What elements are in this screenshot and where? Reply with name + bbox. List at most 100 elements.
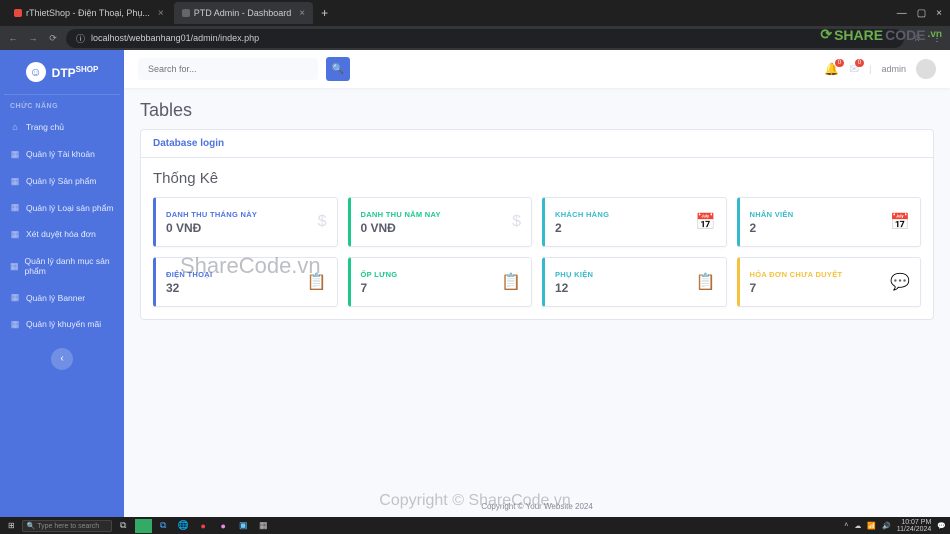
card-header: Database login [141, 130, 933, 158]
sidebar-item-icon: ▦ [10, 149, 20, 160]
sidebar-item-0[interactable]: ⌂ Trang chủ [0, 114, 124, 141]
sidebar-item-label: Quản lý Tài khoản [26, 149, 95, 159]
search-button[interactable]: 🔍 [326, 57, 350, 81]
sidebar-item-icon: ⌂ [10, 122, 20, 133]
sidebar-item-icon: ▦ [10, 176, 20, 187]
sidebar-item-3[interactable]: ▦ Quản lý Loại sản phẩm [0, 194, 124, 221]
stat-card: NHÂN VIÊN2📅 [737, 197, 922, 247]
messages-badge: 0 [855, 59, 864, 67]
stat-icon: 📅 [890, 212, 910, 232]
main-card: Database login Thống Kê DANH THU THÁNG N… [140, 129, 934, 320]
sidebar-item-4[interactable]: ▦Xét duyệt hóa đơn [0, 221, 124, 248]
minimize-button[interactable]: — [897, 8, 907, 19]
sidebar-item-label: Quản lý danh mục sản phẩm [25, 256, 114, 276]
search-input[interactable] [138, 58, 318, 80]
sidebar-item-icon: ▦ [10, 229, 20, 240]
stat-value: 0 VNĐ [361, 221, 441, 235]
stat-value: 32 [166, 281, 212, 295]
back-button[interactable]: ← [6, 33, 20, 43]
tab-close-icon[interactable]: × [299, 8, 305, 19]
brand-name-b: SHOP [76, 65, 99, 74]
sidebar: ☺ DTPSHOP CHỨC NĂNG ⌂Trang chủ▦Quản lý T… [0, 50, 124, 517]
browser-tab-bar: rThietShop - Điện Thoại, Phụ... × PTD Ad… [0, 0, 950, 26]
tray-wifi-icon[interactable]: 📶 [867, 522, 876, 530]
messages-button[interactable]: ✉ 0 [849, 62, 859, 76]
stat-label: ĐIỆN THOẠI [166, 270, 212, 279]
sidebar-toggle-button[interactable]: ‹ [51, 348, 73, 370]
close-window-button[interactable]: × [936, 8, 942, 19]
user-avatar[interactable] [916, 59, 936, 79]
tab-title-0: rThietShop - Điện Thoại, Phụ... [26, 8, 150, 18]
taskbar-app-3[interactable]: ● [195, 519, 212, 533]
brand-logo[interactable]: ☺ DTPSHOP [0, 50, 124, 94]
stat-label: HÓA ĐƠN CHƯA DUYỆT [750, 270, 843, 279]
tray-notifications-icon[interactable]: 💬 [937, 522, 946, 530]
stat-card: PHỤ KIỆN 12 📋 [542, 257, 727, 307]
tab-close-icon[interactable]: × [158, 8, 164, 19]
stat-icon: 💬 [890, 272, 910, 292]
sidebar-item-5[interactable]: ▦Quản lý danh mục sản phẩm [0, 248, 124, 284]
brand-icon: ☺ [26, 62, 46, 82]
sidebar-item-icon: ▦ [10, 202, 20, 213]
taskbar-app-5[interactable]: ▣ [235, 519, 252, 533]
stat-card: KHÁCH HÀNG 2 📅 [542, 197, 727, 247]
stats-title: Thống Kê [153, 170, 921, 187]
sidebar-item-2[interactable]: ▦ Quản lý Sản phẩm [0, 168, 124, 195]
page-title: Tables [140, 100, 934, 121]
browser-address-bar: ← → ⟳ ⓘ localhost/webbanhang01/admin/ind… [0, 26, 950, 50]
stat-card: DANH THU NĂM NAY 0 VNĐ $ [348, 197, 533, 247]
tray-cloud-icon[interactable]: ☁ [854, 522, 861, 530]
browser-tab-1[interactable]: PTD Admin - Dashboard × [174, 2, 313, 24]
stat-value: 12 [555, 281, 593, 295]
tray-chevron-icon[interactable]: ˄ [844, 522, 848, 529]
task-view-button[interactable]: ⧉ [115, 519, 132, 533]
topbar: 🔍 🔔 0 ✉ 0 | admin [124, 50, 950, 88]
start-button[interactable]: ⊞ [4, 519, 19, 533]
taskbar-app-6[interactable]: ▦ [255, 519, 272, 533]
taskbar-vscode[interactable]: ⧉ [155, 519, 172, 533]
sidebar-item-label: Quản lý Loại sản phẩm [26, 203, 113, 213]
url-input[interactable]: ⓘ localhost/webbanhang01/admin/index.php [66, 29, 904, 48]
taskbar-chrome[interactable]: 🌐 [175, 519, 192, 533]
search-icon: 🔍 [332, 64, 344, 75]
forward-button[interactable]: → [26, 33, 40, 43]
stat-icon: $ [512, 213, 521, 231]
username-label: admin [881, 64, 906, 74]
stat-icon: 📋 [307, 272, 327, 292]
stat-icon: 📋 [501, 272, 521, 292]
brand-name-a: DTP [52, 66, 76, 80]
stat-label: KHÁCH HÀNG [555, 210, 609, 219]
stat-icon: 📋 [696, 272, 716, 292]
stat-value: 7 [750, 281, 843, 295]
footer-copyright: Copyright © Your Website 2024 [124, 496, 950, 517]
tab-title-1: PTD Admin - Dashboard [194, 8, 292, 18]
stat-value: 2 [555, 221, 609, 235]
favicon-0 [14, 9, 22, 17]
url-text: localhost/webbanhang01/admin/index.php [91, 33, 259, 43]
reload-button[interactable]: ⟳ [46, 33, 60, 44]
sidebar-item-7[interactable]: ▦Quản lý khuyến mãi [0, 311, 124, 338]
sidebar-item-6[interactable]: ▦Quản lý Banner [0, 284, 124, 311]
watermark-logo: ⟳SHARECODE.vn [820, 26, 942, 43]
maximize-button[interactable]: ▢ [917, 8, 926, 19]
stat-card: DANH THU THÁNG NÀY0 VNĐ$ [153, 197, 338, 247]
sidebar-item-1[interactable]: ▦ Quản lý Tài khoản [0, 141, 124, 168]
taskbar-app-4[interactable]: ● [215, 519, 232, 533]
sidebar-item-icon: ▦ [10, 319, 20, 330]
taskbar-search-input[interactable]: 🔍 Type here to search [22, 520, 112, 532]
stat-icon: 📅 [696, 212, 716, 232]
stat-label: PHỤ KIỆN [555, 270, 593, 279]
stat-label: DANH THU NĂM NAY [361, 210, 441, 219]
taskbar-app-1[interactable] [135, 519, 152, 533]
stat-value: 0 VNĐ [166, 221, 257, 235]
sidebar-item-label: Quản lý Sản phẩm [26, 176, 96, 186]
browser-tab-0[interactable]: rThietShop - Điện Thoại, Phụ... × [6, 2, 172, 24]
windows-taskbar: ⊞ 🔍 Type here to search ⧉ ⧉ 🌐 ● ● ▣ ▦ ˄ … [0, 517, 950, 534]
notifications-button[interactable]: 🔔 0 [824, 62, 839, 76]
taskbar-clock[interactable]: 10:07 PM 11/24/2024 [897, 519, 932, 533]
tray-sound-icon[interactable]: 🔊 [882, 522, 891, 530]
new-tab-button[interactable]: + [315, 4, 334, 22]
stat-card: ĐIỆN THOẠI 32 📋 [153, 257, 338, 307]
notifications-badge: 0 [835, 59, 844, 67]
sidebar-item-label: Trang chủ [26, 122, 64, 132]
